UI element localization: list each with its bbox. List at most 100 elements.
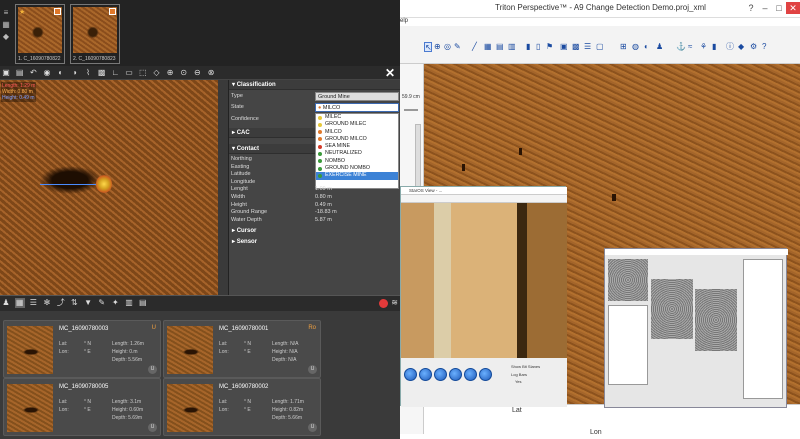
ctrl-label-3[interactable]: Yes (515, 379, 522, 384)
grid-view-icon[interactable]: ▦ (14, 298, 25, 308)
contact-marker[interactable] (96, 175, 112, 193)
target-blip[interactable] (462, 164, 465, 171)
palette-tool-icon[interactable]: ◐ (644, 42, 652, 52)
state-option[interactable]: EXERCISE MINE (316, 172, 398, 180)
play-forward-icon[interactable] (449, 368, 462, 381)
contact-header[interactable]: ▾ Contact (229, 144, 315, 154)
card-action-button[interactable]: U (148, 365, 157, 374)
gear-icon[interactable]: ⚙ (750, 42, 758, 52)
thumbnail-1[interactable]: ★ 1. C_16090780822 (15, 4, 65, 64)
contact-card[interactable]: MC_16090780001 Ro Lat: Lon: ° N ° E Length: N/… (163, 320, 321, 378)
doc-icon[interactable]: ▢ (596, 42, 604, 52)
sensor-tool-icon[interactable]: ⚘ (700, 42, 708, 52)
card-action-button[interactable]: U (148, 423, 157, 432)
people-icon[interactable]: ♟ (656, 42, 664, 52)
cursor-header[interactable]: ▸ Cursor (229, 226, 401, 236)
state-option[interactable]: GROUND NOMBO (316, 165, 398, 172)
play-back-icon[interactable] (419, 368, 432, 381)
layer-add-icon[interactable]: ⊞ (620, 42, 628, 52)
contact-card[interactable]: MC_16090780002 Lat: Lon: ° N ° E Length: 1.71… (163, 378, 321, 436)
target-blip[interactable] (519, 148, 522, 155)
stop-icon[interactable] (479, 368, 492, 381)
user-icon[interactable]: ♟ (1, 298, 11, 308)
line-icon[interactable]: ╱ (472, 42, 480, 52)
filter-icon[interactable]: ▼ (83, 298, 93, 308)
sub-window-image[interactable] (401, 203, 567, 358)
chart-tool2-icon[interactable]: ▯ (536, 42, 544, 52)
contact-card[interactable]: MC_16090780003 U Lat: Lon: ° N ° E Length: 1.2… (3, 320, 161, 378)
export-icon[interactable]: ▣ (560, 42, 568, 52)
sonar-image-view[interactable]: Length: 1.29 m Width: 0.80 m Height: 0.4… (0, 80, 218, 295)
sub-window-compare[interactable] (604, 248, 788, 408)
list-icon[interactable]: ≡ (1, 8, 11, 18)
card-action-button[interactable]: U (308, 365, 317, 374)
compare-image-3[interactable] (695, 289, 737, 351)
state-option[interactable]: NEUTRALIZED (316, 150, 398, 157)
chart-icon[interactable]: ⌇ (83, 68, 93, 78)
list-view-icon[interactable]: ☰ (28, 298, 38, 308)
state-dropdown[interactable]: MILEC GROUND MILEC MILCO GROUND MILCO SEA MI… (315, 113, 399, 189)
wave-icon[interactable]: ≈ (688, 42, 696, 52)
eraser-icon[interactable]: ◇ (151, 68, 161, 78)
help-tool-icon[interactable]: ? (762, 42, 770, 52)
settings-icon[interactable]: ✻ (42, 298, 52, 308)
save-icon[interactable]: ▣ (1, 68, 11, 78)
camera-icon[interactable]: ◍ (632, 42, 640, 52)
info-icon[interactable]: ⓘ (726, 42, 734, 52)
state-option[interactable]: GROUND MILCO (316, 136, 398, 143)
record-icon[interactable] (379, 299, 388, 308)
share-icon[interactable]: ⤴ (56, 298, 66, 308)
image-icon[interactable]: ▩ (97, 68, 107, 78)
compare-image-2[interactable] (651, 279, 693, 339)
cac-header[interactable]: ▸ CAC (229, 128, 315, 138)
eye-icon[interactable]: ◉ (42, 68, 52, 78)
grid-tool-icon[interactable]: ▦ (484, 42, 492, 52)
zoom-fit-icon[interactable]: ⊙ (179, 68, 189, 78)
card-action-button[interactable]: U (308, 423, 317, 432)
grid-icon[interactable]: ▦ (1, 20, 11, 30)
anchor-icon[interactable]: ⚓ (676, 42, 686, 52)
report-icon[interactable]: ▤ (138, 298, 148, 308)
tag-tool-icon[interactable]: ◆ (738, 42, 746, 52)
contrast-icon[interactable]: ◑ (69, 68, 79, 78)
state-select[interactable]: ● MILCO (315, 103, 399, 112)
chart-tool-icon[interactable]: ▮ (526, 42, 534, 52)
window-close-icon[interactable]: ✕ (786, 2, 800, 14)
help-icon[interactable]: ? (744, 2, 758, 14)
state-option[interactable]: MILEC (316, 114, 398, 121)
close-icon[interactable]: ✕ (385, 66, 395, 80)
scale-bar[interactable] (404, 109, 418, 111)
flag-icon[interactable]: ⚑ (546, 42, 554, 52)
play-first-icon[interactable] (404, 368, 417, 381)
ruler-icon[interactable]: ▭ (124, 68, 134, 78)
type-select[interactable]: Ground Mine (315, 92, 399, 101)
zoom-icon[interactable]: ⊕ (434, 42, 442, 52)
sort-icon[interactable]: ⇅ (69, 298, 79, 308)
play-last-icon[interactable] (464, 368, 477, 381)
list-tool-icon[interactable]: ☰ (584, 42, 592, 52)
pen-icon[interactable]: ✎ (97, 298, 107, 308)
zoom-in-icon[interactable]: ⊕ (165, 68, 175, 78)
thumbnail-2[interactable]: 2. C_16090780823 (70, 4, 120, 64)
state-option[interactable]: NOMBO (316, 158, 398, 165)
bar-tool-icon[interactable]: ▮ (712, 42, 720, 52)
minimize-icon[interactable]: – (758, 2, 772, 14)
sub-window-sidescan[interactable]: StarOS View - ... Show Bit Slanes Log Ba… (400, 186, 567, 407)
measure-icon[interactable]: ∟ (110, 68, 120, 78)
layer2-icon[interactable]: ▥ (508, 42, 516, 52)
tag-icon[interactable]: ◆ (1, 32, 11, 42)
select-icon[interactable]: ⬚ (138, 68, 148, 78)
zoom-out-icon[interactable]: ⊖ (192, 68, 202, 78)
state-option[interactable]: SEA MINE (316, 143, 398, 150)
target-icon[interactable]: ◎ (444, 42, 452, 52)
maximize-icon[interactable]: □ (772, 2, 786, 14)
pencil-icon[interactable]: ✎ (454, 42, 462, 52)
undo-icon[interactable]: ↶ (28, 68, 38, 78)
play-icon[interactable] (434, 368, 447, 381)
table-icon[interactable]: ▥ (124, 298, 134, 308)
export2-icon[interactable]: ▩ (572, 42, 580, 52)
compare-image-1[interactable] (608, 259, 648, 301)
sensor-header[interactable]: ▸ Sensor (229, 237, 401, 247)
target-blip[interactable] (612, 194, 616, 201)
classification-header[interactable]: ▾ Classification (229, 80, 401, 90)
